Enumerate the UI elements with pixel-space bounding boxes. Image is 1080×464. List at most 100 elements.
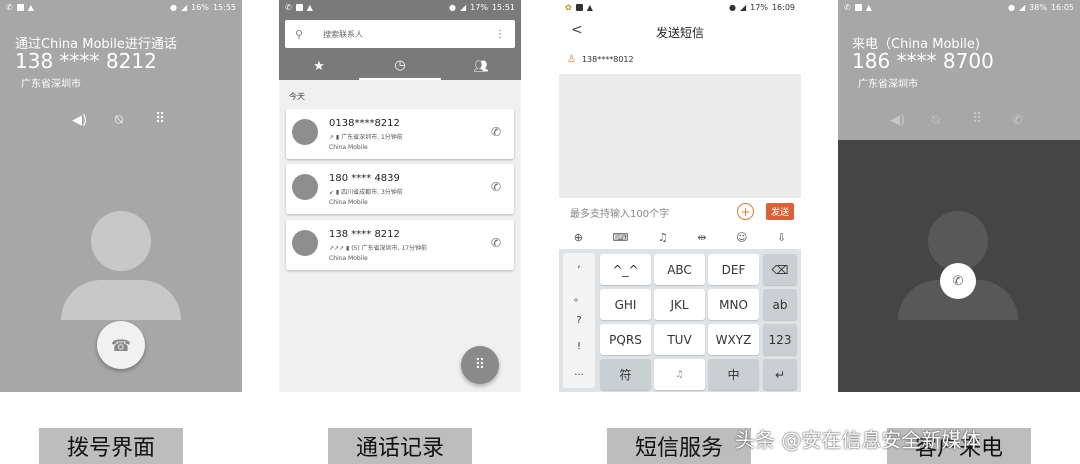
key-wxyz[interactable]: WXYZ bbox=[708, 324, 759, 355]
message-area bbox=[559, 74, 801, 198]
phone-number: 186 **** 8700 bbox=[852, 49, 994, 73]
phone-icon: ✆ bbox=[6, 2, 13, 12]
backspace-key[interactable]: ⌫ bbox=[763, 254, 797, 285]
image-icon bbox=[575, 3, 583, 11]
avatar bbox=[292, 230, 318, 256]
key-mno[interactable]: MNO bbox=[708, 289, 759, 320]
image-icon bbox=[295, 3, 303, 11]
call-log-item[interactable]: 138 **** 8212 ↗↗↗ ▮ (5) 广东省深圳市, 17分钟前 Ch… bbox=[286, 220, 514, 270]
key-123[interactable]: 123 bbox=[763, 324, 797, 355]
android-icon: ▲ bbox=[865, 2, 872, 12]
punct-key[interactable]: 。 bbox=[563, 289, 595, 304]
speaker-icon[interactable]: ◀) bbox=[72, 113, 87, 128]
keyboard-icon[interactable]: ⌨ bbox=[612, 231, 628, 244]
call-carrier: China Mobile bbox=[329, 255, 368, 262]
call-log-item[interactable]: 180 **** 4839 ↙ ▮ 四川省成都市, 3分钟前 China Mob… bbox=[286, 164, 514, 214]
answer-button[interactable]: ✆ bbox=[940, 263, 976, 299]
recipient-number: 138****8012 bbox=[581, 55, 634, 64]
recipient-row: ♙ 138****8012 bbox=[567, 54, 634, 65]
enter-icon: ↵ bbox=[774, 367, 786, 382]
location-icon: ● bbox=[170, 2, 177, 12]
tab-recents[interactable]: ◷ bbox=[359, 52, 441, 80]
label-dialing: 拨号界面 bbox=[39, 428, 183, 464]
key-abc[interactable]: ABC bbox=[654, 254, 705, 285]
mute-icon[interactable]: ⍉ bbox=[115, 113, 123, 128]
signal-icon: ◢ bbox=[1019, 2, 1026, 12]
incoming-call-screen: ✆ ▲ ● ◢ 38% 16:05 来电（China Mobile) 186 **** … bbox=[838, 0, 1080, 392]
key-symbols[interactable]: 符 bbox=[600, 359, 651, 390]
signal-icon: ◢ bbox=[740, 2, 747, 12]
people-icon: 👥︎ bbox=[473, 59, 489, 73]
status-bar: ✆ ▲ ● ◢ 38% 16:05 bbox=[838, 0, 1080, 14]
key-language[interactable]: 中 bbox=[708, 359, 759, 390]
emoji-keyboard-icon[interactable]: ⊕ bbox=[574, 231, 583, 244]
collapse-icon[interactable]: ⇩ bbox=[777, 231, 786, 244]
clock-icon: ◷ bbox=[394, 57, 406, 73]
caller-location: 广东省深圳市 bbox=[21, 79, 81, 90]
add-button[interactable]: + bbox=[737, 203, 754, 220]
key-tuv[interactable]: TUV bbox=[654, 324, 705, 355]
punct-key[interactable]: , bbox=[563, 259, 595, 270]
call-back-icon[interactable]: ✆ bbox=[491, 180, 501, 194]
sms-screen: ✿ ▲ ● ◢ 17% 16:09 < 发送短信 ♙ 138****8012 最多支持输… bbox=[559, 0, 801, 392]
tab-contacts[interactable]: 👥︎ bbox=[441, 52, 521, 80]
battery-level: 17% bbox=[750, 2, 768, 12]
call-carrier: China Mobile bbox=[329, 199, 368, 206]
dialpad-fab[interactable]: ⠿ bbox=[461, 346, 499, 384]
key-ghi[interactable]: GHI bbox=[600, 289, 651, 320]
enter-key[interactable]: ↵ bbox=[763, 359, 797, 390]
key-jkl[interactable]: JKL bbox=[654, 289, 705, 320]
tab-favorites[interactable]: ★ bbox=[279, 52, 359, 80]
search-bar[interactable]: ⚲ 搜索联系人 ⋮ bbox=[285, 20, 515, 48]
message-input[interactable]: 最多支持输入100个字 bbox=[570, 205, 669, 220]
status-bar: ✆ ▲ ● ◢ 16% 15:55 bbox=[0, 0, 242, 14]
punct-key[interactable]: ? bbox=[563, 315, 595, 326]
avatar-head bbox=[928, 211, 988, 271]
phone-icon: ✆ bbox=[844, 2, 851, 12]
android-icon: ▲ bbox=[27, 2, 34, 12]
app-icon: ✿ bbox=[565, 2, 572, 12]
call-carrier: China Mobile bbox=[329, 144, 368, 151]
punct-key[interactable]: ! bbox=[563, 341, 595, 352]
keypad-icon[interactable]: ⠿ bbox=[155, 111, 165, 127]
mic-icon: ♫ bbox=[675, 369, 684, 380]
call-detail: ↗ ▮ 广东省深圳市, 1分钟前 bbox=[329, 134, 403, 141]
location-icon: ● bbox=[729, 2, 736, 12]
send-button[interactable]: 发送 bbox=[766, 203, 794, 220]
smiley-icon[interactable]: ☺ bbox=[736, 231, 747, 244]
space-key[interactable]: ♫ bbox=[654, 359, 705, 390]
key-def[interactable]: DEF bbox=[708, 254, 759, 285]
search-input[interactable]: 搜索联系人 bbox=[323, 29, 363, 40]
call-back-icon[interactable]: ✆ bbox=[491, 236, 501, 250]
status-bar: ✆ ▲ ● ◢ 17% 15:51 bbox=[279, 0, 521, 14]
android-icon: ▲ bbox=[586, 2, 593, 12]
page-title: 发送短信 bbox=[655, 26, 704, 40]
signal-icon: ◢ bbox=[460, 2, 467, 12]
hangup-button[interactable]: ☎ bbox=[97, 321, 145, 369]
punct-key[interactable]: ... bbox=[563, 367, 595, 378]
mute-icon: ⍉ bbox=[932, 113, 940, 128]
label-sms: 短信服务 bbox=[607, 428, 751, 464]
status-time: 15:55 bbox=[212, 2, 236, 12]
keyboard: , 。 ? ! ... ^_^ ABC DEF ⌫ GHI JKL MNO ab… bbox=[559, 249, 801, 392]
mic-icon[interactable]: ♫ bbox=[658, 231, 668, 244]
status-bar: ✿ ▲ ● ◢ 17% 16:09 bbox=[559, 0, 801, 14]
call-back-icon[interactable]: ✆ bbox=[491, 125, 501, 139]
label-call-log: 通话记录 bbox=[328, 428, 472, 464]
person-icon: ♙ bbox=[567, 54, 576, 65]
dialpad-icon: ⠿ bbox=[474, 357, 486, 373]
more-icon[interactable]: ⋮ bbox=[495, 29, 505, 40]
outgoing-icon: ↗↗↗ ▮ bbox=[329, 245, 352, 252]
key-emoticon[interactable]: ^_^ bbox=[600, 254, 651, 285]
call-icon: ✆ bbox=[1012, 113, 1023, 128]
avatar bbox=[292, 119, 318, 145]
punctuation-column: , 。 ? ! ... bbox=[563, 253, 595, 388]
call-log-item[interactable]: 0138****8212 ↗ ▮ 广东省深圳市, 1分钟前 China Mobi… bbox=[286, 109, 514, 159]
cursor-icon[interactable]: ⇹ bbox=[697, 231, 706, 244]
location-icon: ● bbox=[1008, 2, 1015, 12]
key-pqrs[interactable]: PQRS bbox=[600, 324, 651, 355]
avatar-head bbox=[91, 211, 151, 271]
key-ab[interactable]: ab bbox=[763, 289, 797, 320]
incoming-icon: ↙ ▮ bbox=[329, 189, 342, 196]
call-detail: ↙ ▮ 四川省成都市, 3分钟前 bbox=[329, 189, 403, 196]
